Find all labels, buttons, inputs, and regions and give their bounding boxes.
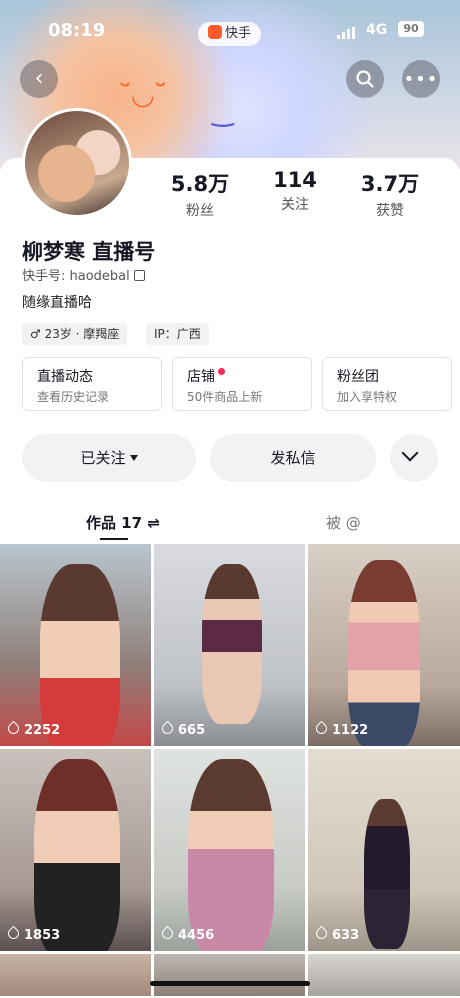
followed-button[interactable]: 已关注	[22, 434, 196, 482]
post-thumbnail[interactable]	[308, 954, 460, 996]
app-badge: 快手	[198, 22, 262, 46]
more-button[interactable]: •••	[402, 60, 440, 98]
post-image	[40, 564, 120, 746]
back-button[interactable]: ‹	[20, 60, 58, 98]
heart-icon	[5, 925, 22, 942]
post-thumbnail[interactable]: 633	[308, 749, 460, 951]
kuaishou-id[interactable]: 快手号: haodebal	[22, 265, 145, 284]
tab-mentioned[interactable]: 被 @	[326, 512, 361, 533]
home-indicator	[150, 981, 310, 986]
post-thumbnail[interactable]	[154, 954, 305, 996]
heart-icon	[313, 925, 330, 942]
stat-likes: 3.7万 获赞	[350, 168, 430, 220]
purple-smiley-decoration: ‿	[212, 98, 234, 128]
followed-label: 已关注	[80, 449, 126, 467]
network-type: 4G	[366, 22, 388, 38]
post-thumbnail[interactable]	[0, 954, 151, 996]
following-label: 关注	[281, 197, 309, 213]
post-image	[188, 759, 274, 951]
heart-icon	[313, 720, 330, 737]
like-count: 633	[313, 925, 359, 943]
message-label: 发私信	[270, 449, 316, 467]
post-image	[34, 759, 120, 951]
kuaishou-id-text: 快手号: haodebal	[22, 269, 130, 284]
shop-card[interactable]: 店铺 50件商品上新	[172, 357, 312, 411]
card-title: 店铺	[187, 366, 225, 386]
fans-label: 粉丝	[186, 203, 214, 219]
card-subtitle: 50件商品上新	[187, 390, 263, 404]
post-thumbnail[interactable]: 1853	[0, 749, 151, 951]
like-count: 665	[159, 720, 205, 738]
heart-icon	[159, 925, 176, 942]
age-zodiac-tag: ♂ 23岁 · 摩羯座	[22, 323, 128, 345]
following-count: 114	[273, 168, 317, 192]
new-dot-badge	[218, 368, 225, 375]
status-time: 08:19	[48, 20, 106, 41]
fans-count: 5.8万	[170, 172, 230, 196]
card-subtitle: 加入享特权	[337, 390, 398, 404]
stat-fans[interactable]: 5.8万 粉丝	[160, 168, 240, 220]
post-image	[364, 799, 410, 949]
profile-bio: 随缘直播哈	[22, 295, 92, 311]
profile-name: 柳梦寒 直播号	[22, 240, 156, 264]
chevron-down-icon	[401, 444, 419, 462]
heart-icon	[5, 720, 22, 737]
search-icon	[356, 70, 374, 88]
likes-count: 3.7万	[360, 172, 420, 196]
tab-works[interactable]: 作品 17 ⇌	[86, 512, 160, 533]
post-thumbnail[interactable]: 2252	[0, 544, 151, 746]
signal-icon	[337, 27, 357, 39]
post-image	[348, 560, 420, 746]
fan-club-card[interactable]: 粉丝团 加入享特权	[322, 357, 452, 411]
app-name: 快手	[225, 26, 252, 41]
status-bar: 08:19 快手 4G 90	[0, 14, 460, 46]
like-count: 1122	[313, 720, 368, 738]
search-button[interactable]	[346, 60, 384, 98]
post-thumbnail[interactable]: 4456	[154, 749, 305, 951]
more-icon: •••	[403, 69, 439, 90]
kuaishou-logo-icon	[208, 25, 222, 39]
dropdown-caret-icon	[129, 455, 138, 461]
copy-icon[interactable]	[133, 270, 145, 281]
card-subtitle: 查看历史记录	[37, 390, 110, 404]
post-thumbnail[interactable]: 665	[154, 544, 305, 746]
like-count: 1853	[5, 925, 60, 943]
post-thumbnail[interactable]: 1122	[308, 544, 460, 746]
card-title: 粉丝团	[337, 369, 379, 385]
expand-button[interactable]	[390, 434, 438, 482]
active-tab-indicator	[100, 538, 128, 540]
orange-smiley-decoration: ˘◡˘	[118, 78, 168, 111]
back-arrow-icon: ‹	[34, 66, 44, 91]
stat-following[interactable]: 114 关注	[255, 168, 335, 214]
battery-icon: 90	[398, 21, 424, 37]
likes-label: 获赞	[376, 203, 404, 219]
live-history-card[interactable]: 直播动态 查看历史记录	[22, 357, 162, 411]
heart-icon	[159, 720, 176, 737]
like-count: 4456	[159, 925, 214, 943]
avatar[interactable]	[22, 108, 132, 218]
post-image	[202, 564, 262, 724]
like-count: 2252	[5, 720, 60, 738]
message-button[interactable]: 发私信	[210, 434, 376, 482]
card-title: 直播动态	[37, 369, 93, 385]
ip-tag: IP：广西	[146, 323, 209, 345]
